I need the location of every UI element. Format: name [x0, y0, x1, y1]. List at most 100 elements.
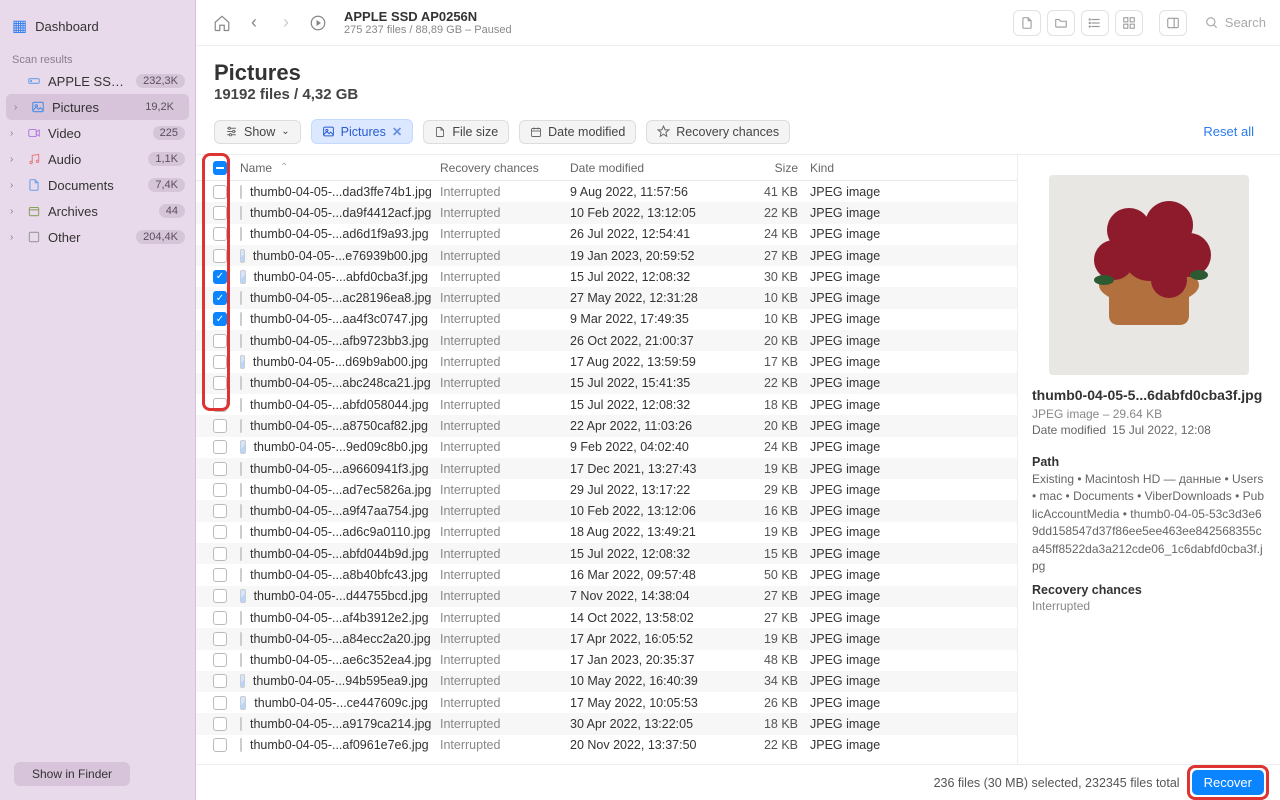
row-checkbox[interactable]: [213, 185, 227, 199]
table-row[interactable]: thumb0-04-05-...ad6c9a0110.jpg Interrupt…: [196, 522, 1017, 543]
table-row[interactable]: thumb0-04-05-...abfd044b9d.jpg Interrupt…: [196, 543, 1017, 564]
date-cell: 9 Feb 2022, 04:02:40: [564, 440, 714, 454]
row-checkbox[interactable]: [213, 483, 227, 497]
sidebar-item-documents[interactable]: › Documents 7,4K: [0, 172, 195, 198]
row-checkbox[interactable]: [213, 674, 227, 688]
kind-cell: JPEG image: [804, 717, 1017, 731]
filesize-filter[interactable]: File size: [423, 120, 509, 144]
sidebar-item-pictures[interactable]: › Pictures 19,2K: [6, 94, 189, 120]
sidebar-item-video[interactable]: › Video 225: [0, 120, 195, 146]
sidebar-dashboard[interactable]: ▦ Dashboard: [12, 16, 99, 36]
recovery-cell: Interrupted: [434, 525, 564, 539]
recovery-cell: Interrupted: [434, 589, 564, 603]
table-row[interactable]: thumb0-04-05-...a8750caf82.jpg Interrupt…: [196, 415, 1017, 436]
table-row[interactable]: thumb0-04-05-...afb9723bb3.jpg Interrupt…: [196, 330, 1017, 351]
row-checkbox[interactable]: [213, 462, 227, 476]
date-cell: 17 Dec 2021, 13:27:43: [564, 462, 714, 476]
table-row[interactable]: thumb0-04-05-...94b595ea9.jpg Interrupte…: [196, 671, 1017, 692]
show-filter[interactable]: Show ⌄: [214, 120, 301, 144]
row-checkbox[interactable]: ✓: [213, 291, 227, 305]
row-checkbox[interactable]: [213, 249, 227, 263]
table-row[interactable]: thumb0-04-05-...a9179ca214.jpg Interrupt…: [196, 713, 1017, 734]
table-row[interactable]: thumb0-04-05-...dad3ffe74b1.jpg Interrup…: [196, 181, 1017, 202]
file-name: thumb0-04-05-...ad7ec5826a.jpg: [250, 483, 431, 497]
size-cell: 27 KB: [714, 589, 804, 603]
file-name: thumb0-04-05-...af4b3912e2.jpg: [250, 611, 429, 625]
row-checkbox[interactable]: [213, 227, 227, 241]
row-checkbox[interactable]: [213, 717, 227, 731]
sidebar-item-label: Audio: [48, 152, 142, 167]
row-checkbox[interactable]: [213, 738, 227, 752]
close-icon[interactable]: ✕: [392, 124, 402, 139]
recovery-filter[interactable]: Recovery chances: [646, 120, 790, 144]
row-checkbox[interactable]: [213, 355, 227, 369]
row-checkbox[interactable]: [213, 568, 227, 582]
table-row[interactable]: thumb0-04-05-...abc248ca21.jpg Interrupt…: [196, 373, 1017, 394]
col-size[interactable]: Size: [714, 161, 804, 175]
row-checkbox[interactable]: [213, 376, 227, 390]
table-row[interactable]: thumb0-04-05-...af0961e7e6.jpg Interrupt…: [196, 735, 1017, 756]
size-cell: 18 KB: [714, 398, 804, 412]
table-row[interactable]: ✓ thumb0-04-05-...aa4f3c0747.jpg Interru…: [196, 309, 1017, 330]
row-checkbox[interactable]: [213, 398, 227, 412]
sidebar-item-archives[interactable]: › Archives 44: [0, 198, 195, 224]
table-row[interactable]: thumb0-04-05-...abfd058044.jpg Interrupt…: [196, 394, 1017, 415]
table-row[interactable]: thumb0-04-05-...a84ecc2a20.jpg Interrupt…: [196, 628, 1017, 649]
table-row[interactable]: thumb0-04-05-...a9f47aa754.jpg Interrupt…: [196, 500, 1017, 521]
col-name[interactable]: Name⌃: [234, 161, 434, 175]
pictures-filter[interactable]: Pictures ✕: [311, 119, 414, 144]
datemod-filter[interactable]: Date modified: [519, 120, 636, 144]
sidebar-item-other[interactable]: › Other 204,4K: [0, 224, 195, 250]
row-checkbox[interactable]: [213, 419, 227, 433]
row-checkbox[interactable]: [213, 611, 227, 625]
table-row[interactable]: thumb0-04-05-...a9660941f3.jpg Interrupt…: [196, 458, 1017, 479]
row-checkbox[interactable]: ✓: [213, 270, 227, 284]
table-row[interactable]: thumb0-04-05-...9ed09c8b0.jpg Interrupte…: [196, 437, 1017, 458]
view-list-icon[interactable]: [1081, 10, 1109, 36]
recover-button[interactable]: Recover: [1192, 770, 1264, 795]
table-row[interactable]: thumb0-04-05-...ad7ec5826a.jpg Interrupt…: [196, 479, 1017, 500]
recovery-cell: Interrupted: [434, 568, 564, 582]
row-checkbox[interactable]: [213, 504, 227, 518]
row-checkbox[interactable]: [213, 206, 227, 220]
row-checkbox[interactable]: [213, 653, 227, 667]
row-checkbox[interactable]: [213, 632, 227, 646]
view-folder-icon[interactable]: [1047, 10, 1075, 36]
row-checkbox[interactable]: [213, 525, 227, 539]
table-row[interactable]: thumb0-04-05-...da9f4412acf.jpg Interrup…: [196, 202, 1017, 223]
table-row[interactable]: thumb0-04-05-...af4b3912e2.jpg Interrupt…: [196, 607, 1017, 628]
table-row[interactable]: thumb0-04-05-...e76939b00.jpg Interrupte…: [196, 245, 1017, 266]
play-icon[interactable]: [306, 11, 330, 35]
col-recovery[interactable]: Recovery chances: [434, 161, 564, 175]
home-icon[interactable]: [210, 11, 234, 35]
table-row[interactable]: thumb0-04-05-...ce447609c.jpg Interrupte…: [196, 692, 1017, 713]
view-grid-icon[interactable]: [1115, 10, 1143, 36]
file-name: thumb0-04-05-...ad6d1f9a93.jpg: [250, 227, 429, 241]
table-row[interactable]: ✓ thumb0-04-05-...ac28196ea8.jpg Interru…: [196, 287, 1017, 308]
row-checkbox[interactable]: [213, 547, 227, 561]
search-input[interactable]: Search: [1205, 15, 1266, 30]
sidebar-item-label: Other: [48, 230, 130, 245]
row-checkbox[interactable]: [213, 696, 227, 710]
table-row[interactable]: thumb0-04-05-...d69b9ab00.jpg Interrupte…: [196, 351, 1017, 372]
show-in-finder-button[interactable]: Show in Finder: [14, 762, 130, 786]
back-icon[interactable]: ‹: [242, 11, 266, 35]
table-row[interactable]: thumb0-04-05-...ad6d1f9a93.jpg Interrupt…: [196, 224, 1017, 245]
col-date[interactable]: Date modified: [564, 161, 714, 175]
reset-all-button[interactable]: Reset all: [1203, 124, 1254, 139]
view-panel-icon[interactable]: [1159, 10, 1187, 36]
row-checkbox[interactable]: [213, 440, 227, 454]
table-row[interactable]: ✓ thumb0-04-05-...abfd0cba3f.jpg Interru…: [196, 266, 1017, 287]
table-row[interactable]: thumb0-04-05-...a8b40bfc43.jpg Interrupt…: [196, 564, 1017, 585]
view-file-icon[interactable]: [1013, 10, 1041, 36]
col-kind[interactable]: Kind: [804, 161, 1017, 175]
row-checkbox[interactable]: [213, 334, 227, 348]
sidebar-item-apple-ssd-ap-[interactable]: APPLE SSD AP... 232,3K: [0, 68, 195, 94]
row-checkbox[interactable]: ✓: [213, 312, 227, 326]
select-all-checkbox[interactable]: [213, 161, 227, 175]
kind-cell: JPEG image: [804, 206, 1017, 220]
sidebar-item-audio[interactable]: › Audio 1,1K: [0, 146, 195, 172]
row-checkbox[interactable]: [213, 589, 227, 603]
table-row[interactable]: thumb0-04-05-...ae6c352ea4.jpg Interrupt…: [196, 650, 1017, 671]
table-row[interactable]: thumb0-04-05-...d44755bcd.jpg Interrupte…: [196, 586, 1017, 607]
